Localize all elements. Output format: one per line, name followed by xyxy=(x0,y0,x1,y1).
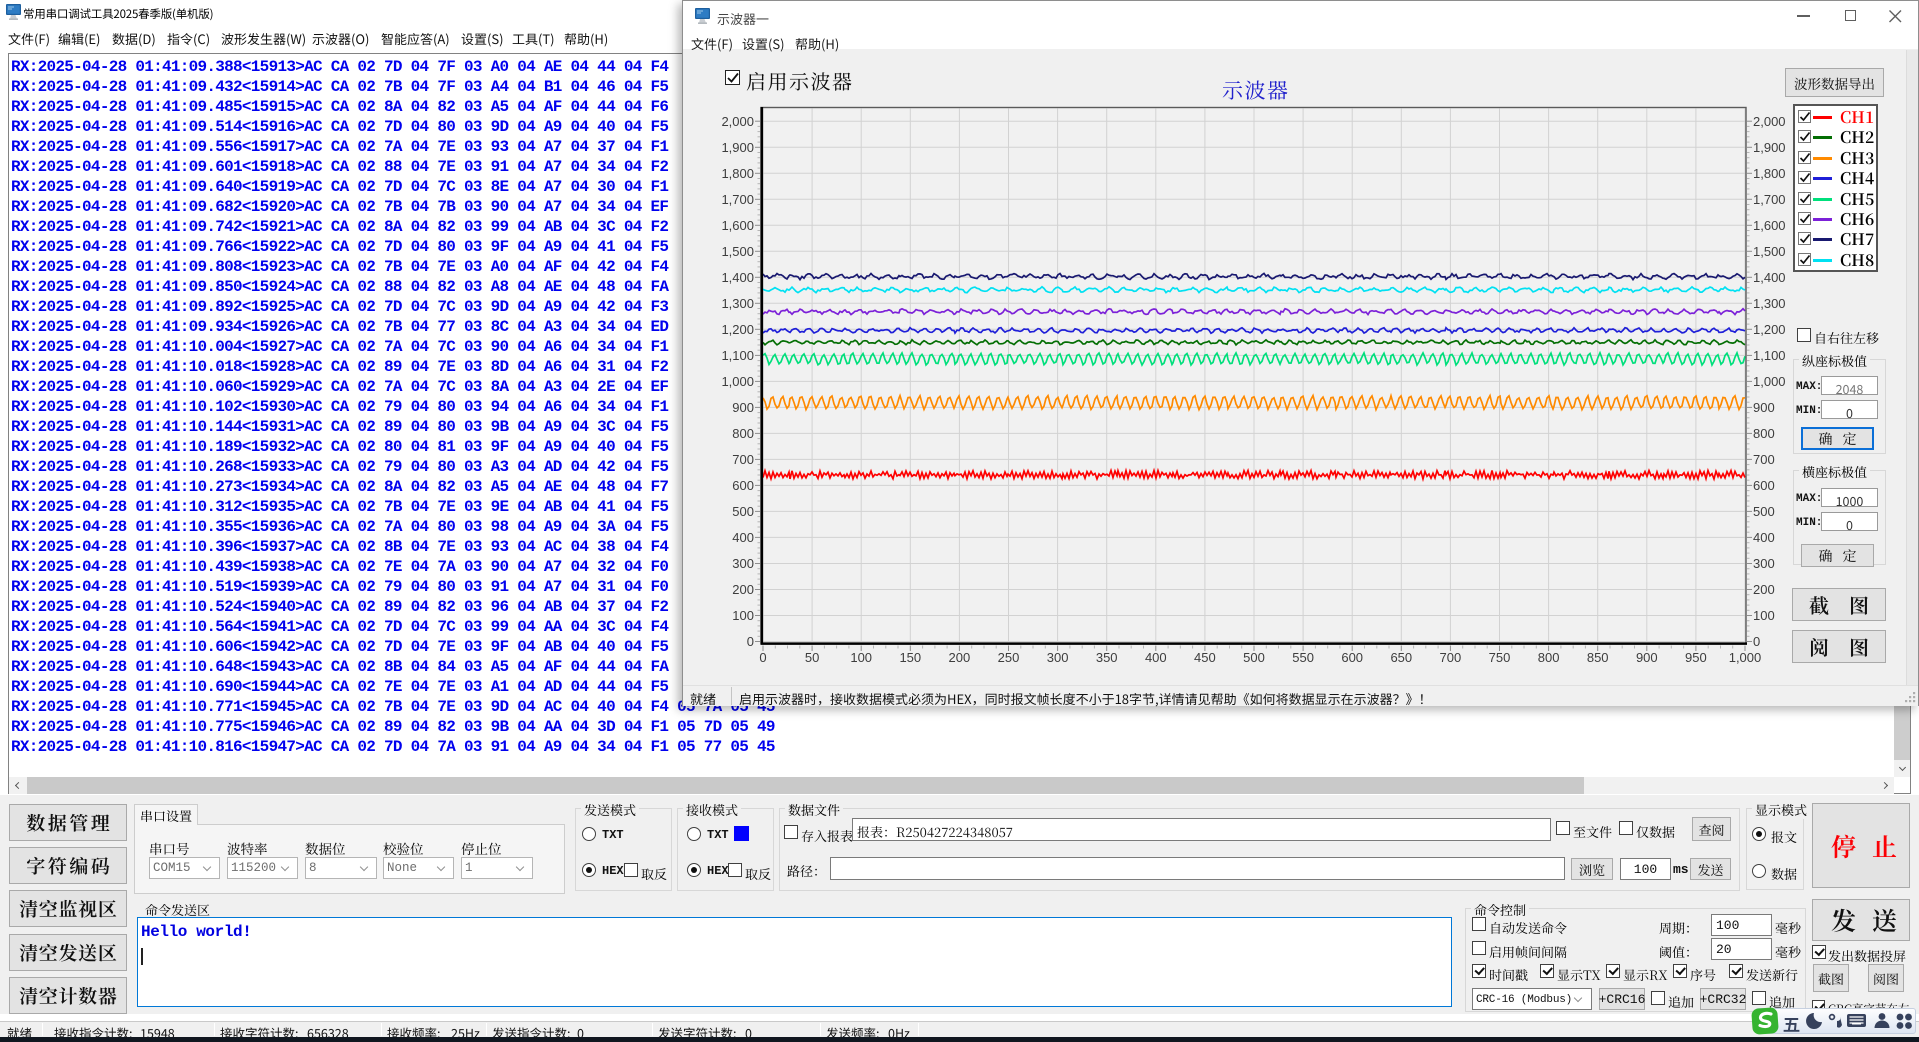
svg-text:2,000: 2,000 xyxy=(721,114,754,129)
svg-text:1,000: 1,000 xyxy=(1729,650,1762,665)
svg-text:700: 700 xyxy=(1440,650,1462,665)
svg-text:1,300: 1,300 xyxy=(1753,296,1786,311)
svg-text:0: 0 xyxy=(759,650,766,665)
svg-text:1,200: 1,200 xyxy=(1753,322,1786,337)
svg-text:1,100: 1,100 xyxy=(1753,348,1786,363)
svg-text:400: 400 xyxy=(1753,530,1775,545)
svg-text:400: 400 xyxy=(732,530,754,545)
svg-text:0: 0 xyxy=(1753,634,1760,649)
svg-text:100: 100 xyxy=(850,650,872,665)
svg-text:900: 900 xyxy=(1636,650,1658,665)
svg-text:1,300: 1,300 xyxy=(721,296,754,311)
svg-text:200: 200 xyxy=(732,582,754,597)
svg-text:100: 100 xyxy=(1753,608,1775,623)
svg-text:50: 50 xyxy=(805,650,819,665)
svg-text:900: 900 xyxy=(732,400,754,415)
svg-text:800: 800 xyxy=(1753,426,1775,441)
svg-text:500: 500 xyxy=(732,504,754,519)
svg-text:700: 700 xyxy=(732,452,754,467)
svg-text:1,400: 1,400 xyxy=(721,270,754,285)
svg-text:1,600: 1,600 xyxy=(721,218,754,233)
svg-text:500: 500 xyxy=(1753,504,1775,519)
svg-text:500: 500 xyxy=(1243,650,1265,665)
svg-text:1,000: 1,000 xyxy=(1753,374,1786,389)
svg-text:350: 350 xyxy=(1096,650,1118,665)
svg-text:0: 0 xyxy=(747,634,754,649)
svg-text:1,600: 1,600 xyxy=(1753,218,1786,233)
svg-text:950: 950 xyxy=(1685,650,1707,665)
svg-text:300: 300 xyxy=(1753,556,1775,571)
svg-text:650: 650 xyxy=(1390,650,1412,665)
svg-text:1,800: 1,800 xyxy=(1753,166,1786,181)
svg-text:1,400: 1,400 xyxy=(1753,270,1786,285)
svg-text:300: 300 xyxy=(1047,650,1069,665)
svg-text:800: 800 xyxy=(1538,650,1560,665)
svg-text:1,500: 1,500 xyxy=(721,244,754,259)
svg-text:1,100: 1,100 xyxy=(721,348,754,363)
svg-text:1,500: 1,500 xyxy=(1753,244,1786,259)
svg-text:1,800: 1,800 xyxy=(721,166,754,181)
svg-text:850: 850 xyxy=(1587,650,1609,665)
svg-text:800: 800 xyxy=(732,426,754,441)
svg-text:1,700: 1,700 xyxy=(721,192,754,207)
svg-text:1,700: 1,700 xyxy=(1753,192,1786,207)
svg-text:150: 150 xyxy=(899,650,921,665)
svg-text:900: 900 xyxy=(1753,400,1775,415)
svg-text:750: 750 xyxy=(1489,650,1511,665)
svg-text:100: 100 xyxy=(732,608,754,623)
svg-text:700: 700 xyxy=(1753,452,1775,467)
svg-text:200: 200 xyxy=(949,650,971,665)
svg-text:2,000: 2,000 xyxy=(1753,114,1786,129)
svg-text:1,900: 1,900 xyxy=(721,140,754,155)
svg-text:200: 200 xyxy=(1753,582,1775,597)
svg-text:1,000: 1,000 xyxy=(721,374,754,389)
svg-text:600: 600 xyxy=(1341,650,1363,665)
svg-text:400: 400 xyxy=(1145,650,1167,665)
svg-text:1,200: 1,200 xyxy=(721,322,754,337)
svg-text:300: 300 xyxy=(732,556,754,571)
svg-text:450: 450 xyxy=(1194,650,1216,665)
svg-text:600: 600 xyxy=(1753,478,1775,493)
svg-text:600: 600 xyxy=(732,478,754,493)
svg-text:1,900: 1,900 xyxy=(1753,140,1786,155)
svg-text:550: 550 xyxy=(1292,650,1314,665)
svg-text:250: 250 xyxy=(998,650,1020,665)
